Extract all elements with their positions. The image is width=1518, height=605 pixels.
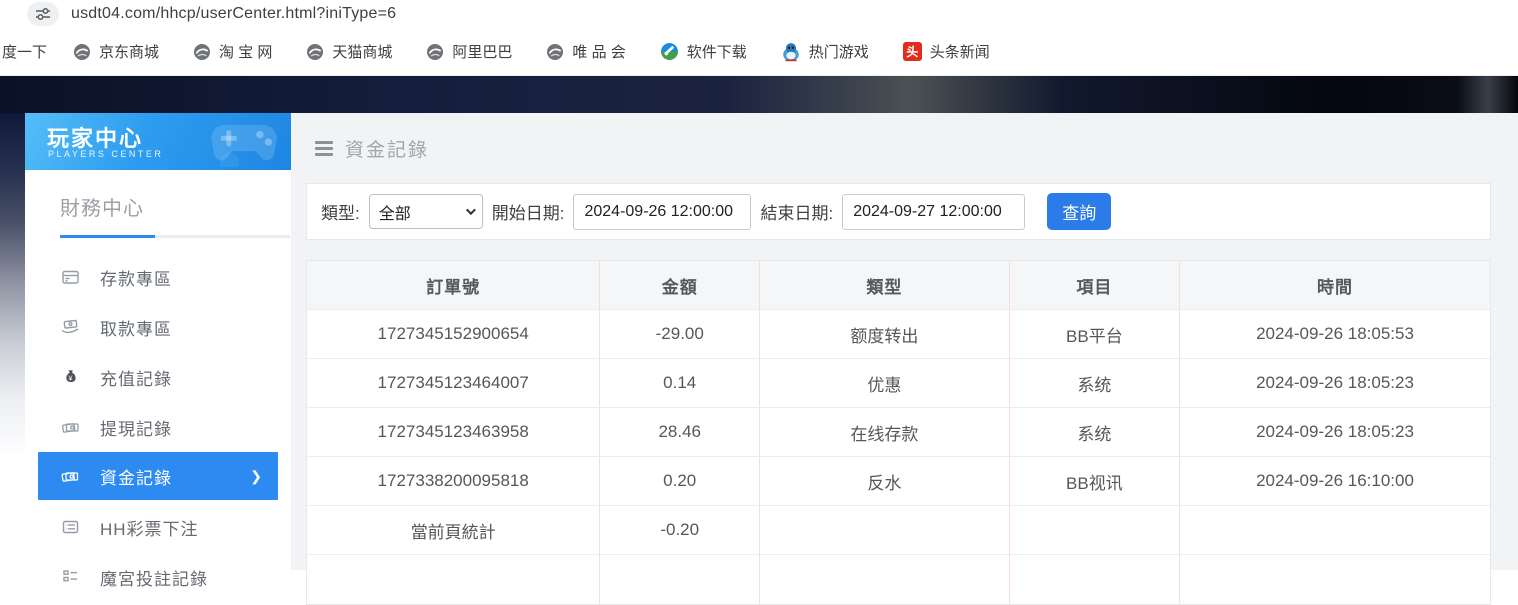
- sidebar-item-recharge-record[interactable]: ¥ 充值記錄: [25, 352, 291, 402]
- sidebar-item-bet-record[interactable]: 魔宮投註記錄: [25, 552, 291, 602]
- tune-icon: [35, 7, 51, 21]
- sidebar-subtitle: PLAYERS CENTER: [48, 149, 163, 159]
- item-cell: BB视讯: [1010, 457, 1180, 505]
- browser-address-bar: usdt04.com/hhcp/userCenter.html?iniType=…: [0, 0, 1518, 28]
- withdraw-icon: [60, 318, 80, 336]
- globe-favicon-icon: [546, 43, 564, 61]
- table-summary-row: 當前頁統計 -0.20: [307, 506, 1490, 555]
- start-date-label: 開始日期:: [492, 199, 565, 224]
- penguin-game-favicon-icon: [781, 42, 801, 62]
- page-title-row: 資金記錄: [291, 113, 1518, 162]
- end-date-input[interactable]: [842, 194, 1025, 230]
- sidebar-item-deposit-zone[interactable]: 存款專區: [25, 252, 291, 302]
- type-cell: 在线存款: [760, 408, 1010, 456]
- site-background-band: [0, 76, 1518, 113]
- time-cell: 2024-09-26 18:05:53: [1180, 310, 1490, 358]
- lottery-bet-icon: [60, 518, 80, 536]
- end-date-label: 結束日期:: [760, 199, 833, 224]
- funds-record-icon: [60, 467, 80, 485]
- summary-amount-cell: -0.20: [600, 506, 760, 554]
- amount-cell: 0.14: [600, 359, 760, 407]
- main-content: 資金記錄 類型: 全部 開始日期: 結束日期: 查詢 訂單號 金額 類型 項目 …: [291, 113, 1518, 570]
- funds-record-table: 訂單號 金額 類型 項目 時間 1727345152900654 -29.00 …: [306, 260, 1491, 605]
- type-select[interactable]: 全部: [369, 194, 483, 229]
- gamepad-icon: [205, 117, 283, 167]
- type-cell: [760, 506, 1010, 554]
- section-divider: [60, 235, 290, 238]
- globe-favicon-icon: [306, 43, 324, 61]
- time-cell: 2024-09-26 16:10:00: [1180, 457, 1490, 505]
- column-header: 項目: [1010, 261, 1180, 309]
- table-header-row: 訂單號 金額 類型 項目 時間: [307, 261, 1490, 310]
- bookmark-item[interactable]: 天猫商城: [306, 41, 392, 62]
- toutiao-favicon-icon: 头: [903, 42, 922, 61]
- order-no-cell: 1727345123464007: [307, 359, 600, 407]
- table-row: 1727338200095818 0.20 反水 BB视讯 2024-09-26…: [307, 457, 1490, 506]
- type-label: 類型:: [321, 199, 360, 224]
- table-row-partial: [307, 555, 1490, 604]
- players-center-header: 玩家中心 PLAYERS CENTER: [25, 113, 291, 170]
- amount-cell: 0.20: [600, 457, 760, 505]
- filter-panel: 類型: 全部 開始日期: 結束日期: 查詢: [306, 183, 1491, 240]
- menu-toggle-icon[interactable]: [315, 138, 333, 159]
- bookmarks-bar: 度一下 京东商城 淘 宝 网 天猫商城 阿里巴巴: [0, 28, 1518, 76]
- sidebar-item-withdraw-zone[interactable]: 取款專區: [25, 302, 291, 352]
- type-cell: 优惠: [760, 359, 1010, 407]
- chevron-down-icon: [466, 205, 476, 215]
- column-header: 金額: [600, 261, 760, 309]
- bookmark-item[interactable]: 阿里巴巴: [426, 41, 512, 62]
- sidebar-item-hh-lottery-bet[interactable]: HH彩票下注: [25, 502, 291, 552]
- bet-record-icon: [60, 568, 80, 586]
- software-download-favicon-icon: [660, 42, 679, 61]
- chevron-right-icon: ❯: [250, 468, 262, 485]
- bookmark-item[interactable]: 京东商城: [73, 41, 159, 62]
- page-body: 玩家中心 PLAYERS CENTER 財務中心: [0, 113, 1518, 570]
- sidebar: 玩家中心 PLAYERS CENTER 財務中心: [25, 113, 291, 570]
- sidebar-menu: 存款專區 取款專區 ¥ 充值記錄: [25, 252, 291, 602]
- amount-cell: -29.00: [600, 310, 760, 358]
- site-settings-button[interactable]: [27, 2, 59, 26]
- table-row: 1727345123463958 28.46 在线存款 系统 2024-09-2…: [307, 408, 1490, 457]
- type-cell: 额度转出: [760, 310, 1010, 358]
- order-no-cell: 1727345123463958: [307, 408, 600, 456]
- bookmark-item[interactable]: 度一下: [2, 41, 47, 62]
- time-cell: 2024-09-26 18:05:23: [1180, 359, 1490, 407]
- deposit-icon: [60, 268, 80, 286]
- page-title: 資金記錄: [345, 135, 429, 162]
- table-row: 1727345123464007 0.14 优惠 系统 2024-09-26 1…: [307, 359, 1490, 408]
- sidebar-item-cashout-record[interactable]: 提現記錄: [25, 402, 291, 452]
- time-cell: [1180, 506, 1490, 554]
- background-left-strip: [0, 113, 25, 570]
- type-cell: 反水: [760, 457, 1010, 505]
- column-header: 類型: [760, 261, 1010, 309]
- sidebar-item-funds-record[interactable]: 資金記錄 ❯: [38, 452, 278, 500]
- globe-favicon-icon: [193, 43, 211, 61]
- amount-cell: 28.46: [600, 408, 760, 456]
- url-input[interactable]: usdt04.com/hhcp/userCenter.html?iniType=…: [71, 5, 396, 23]
- finance-center-heading: 財務中心: [60, 192, 291, 221]
- summary-label-cell: 當前頁統計: [307, 506, 600, 554]
- globe-favicon-icon: [426, 43, 444, 61]
- query-button[interactable]: 查詢: [1047, 193, 1111, 230]
- order-no-cell: 1727345152900654: [307, 310, 600, 358]
- bookmark-item[interactable]: 淘 宝 网: [193, 41, 272, 62]
- cashout-record-icon: [60, 418, 80, 436]
- bookmark-item[interactable]: 唯 品 会: [546, 41, 625, 62]
- bookmark-item[interactable]: 头 头条新闻: [903, 41, 990, 62]
- column-header: 時間: [1180, 261, 1490, 309]
- bookmark-item[interactable]: 软件下载: [660, 41, 747, 62]
- globe-favicon-icon: [73, 43, 91, 61]
- item-cell: 系统: [1010, 408, 1180, 456]
- order-no-cell: 1727338200095818: [307, 457, 600, 505]
- start-date-input[interactable]: [573, 194, 751, 230]
- item-cell: 系统: [1010, 359, 1180, 407]
- recharge-record-icon: ¥: [60, 368, 80, 386]
- item-cell: [1010, 506, 1180, 554]
- bookmark-item[interactable]: 热门游戏: [781, 41, 869, 62]
- item-cell: BB平台: [1010, 310, 1180, 358]
- table-row: 1727345152900654 -29.00 额度转出 BB平台 2024-0…: [307, 310, 1490, 359]
- column-header: 訂單號: [307, 261, 600, 309]
- time-cell: 2024-09-26 18:05:23: [1180, 408, 1490, 456]
